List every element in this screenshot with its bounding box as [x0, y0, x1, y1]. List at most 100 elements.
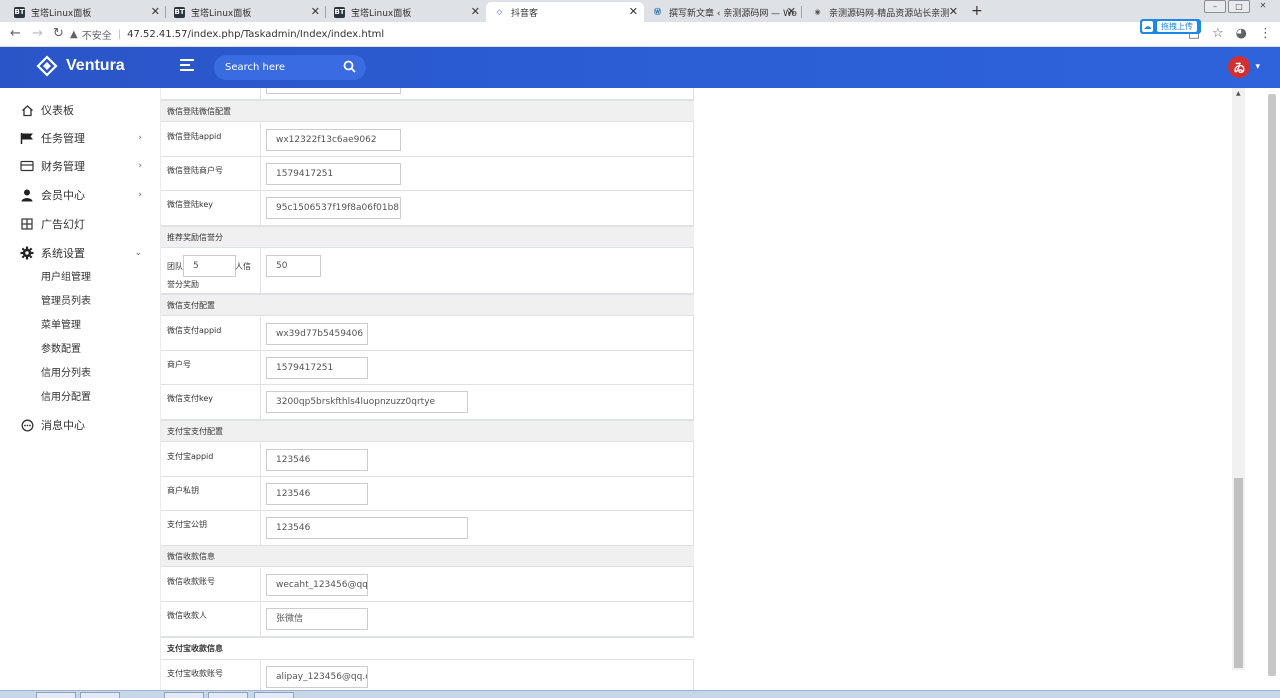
upload-extension[interactable]: ☁ 拖拽上传	[1140, 19, 1201, 34]
wx-login-mchid-input[interactable]: 1579417251	[266, 163, 401, 185]
tab-separator	[801, 6, 802, 18]
row-divider	[260, 511, 261, 545]
sidebar-subitem[interactable]: 信用分配置	[41, 391, 91, 405]
alipay-private-key-input[interactable]: 123546	[266, 483, 368, 505]
profile-icon[interactable]: ◕	[1236, 26, 1247, 41]
field-label: 微信支付appid	[167, 326, 222, 335]
sidebar-item-messages[interactable]: 消息中心	[20, 415, 150, 435]
alipay-appid-input[interactable]: 123546	[266, 449, 368, 471]
form-row: 支付宝appid 123546	[161, 443, 694, 477]
browser-tab[interactable]: Ⓦ 撰写新文章 ‹ 亲测源码网 — Wo ✕	[644, 2, 802, 22]
referral-score-input[interactable]: 50	[266, 255, 321, 277]
chevron-right-icon: ›	[138, 133, 142, 143]
sidebar-item-dashboard[interactable]: 仪表板	[20, 100, 150, 120]
wx-pay-mchid-input[interactable]: 1579417251	[266, 357, 368, 379]
brand[interactable]: Ventura	[36, 55, 125, 77]
field-label: 支付宝appid	[167, 452, 214, 461]
browser-tab[interactable]: BT 宝塔Linux面板 ✕	[326, 2, 486, 22]
window-close-icon[interactable]: ✕	[1252, 0, 1274, 13]
sidebar-subitem[interactable]: 参数配置	[41, 343, 81, 357]
row-divider	[260, 443, 261, 476]
text-input[interactable]: 1b6b5a9f5c6fe06ab1fff7fe	[266, 88, 401, 94]
scroll-up-icon[interactable]: ▲	[1236, 90, 1241, 97]
alipay-account-input[interactable]: alipay_123456@qq.com	[266, 666, 368, 688]
sidebar-subitem[interactable]: 菜单管理	[41, 319, 81, 333]
browser-tab[interactable]: BT 宝塔Linux面板 ✕	[166, 2, 326, 22]
close-icon[interactable]: ✕	[949, 5, 958, 18]
globe-icon: ◉	[814, 8, 821, 16]
wx-login-key-input[interactable]: 95c1506537f19f8a06f01b8	[266, 197, 401, 219]
section-header: 支付宝支付配置	[161, 420, 694, 442]
close-icon[interactable]: ✕	[311, 5, 320, 18]
wx-payee-input[interactable]: 张微信	[266, 608, 368, 630]
sidebar-item-label: 任务管理	[41, 132, 85, 145]
section-header: 支付宝收款信息	[161, 637, 694, 659]
forward-icon[interactable]: →	[32, 26, 43, 41]
content-scrollbar[interactable]: ▲	[1232, 88, 1245, 670]
team-count-input[interactable]: 5	[183, 255, 236, 277]
sidebar-item-label: 财务管理	[41, 160, 85, 173]
sidebar-subitem[interactable]: 用户组管理	[41, 271, 91, 285]
close-icon[interactable]: ✕	[471, 5, 480, 18]
section-header: 微信收款信息	[161, 545, 694, 567]
taskbar-button[interactable]	[164, 692, 204, 698]
menu-toggle-icon[interactable]	[180, 59, 194, 73]
warning-icon: ▲	[70, 28, 78, 40]
back-icon[interactable]: ←	[10, 26, 21, 41]
section-header: 推荐奖励信誉分	[161, 226, 694, 248]
taskbar-button[interactable]	[80, 692, 120, 698]
chevron-right-icon: ›	[138, 161, 142, 171]
url-field[interactable]: ▲ 不安全 | 47.52.41.57/index.php/Taskadmin/…	[70, 25, 1140, 43]
search-input[interactable]	[225, 62, 335, 73]
flag-icon	[20, 131, 34, 145]
field-label: 团队	[167, 262, 183, 271]
sidebar-subitem[interactable]: 管理员列表	[41, 295, 91, 309]
sidebar-item-finance[interactable]: 财务管理 ›	[20, 156, 150, 176]
star-icon[interactable]: ☆	[1212, 26, 1224, 41]
wx-login-appid-input[interactable]: wx12322f13c6ae9062	[266, 129, 401, 151]
home-icon	[20, 103, 34, 117]
sidebar-item-settings[interactable]: 系统设置 ⌄	[20, 243, 150, 263]
browser-tab-strip: BT 宝塔Linux面板 ✕ BT 宝塔Linux面板 ✕ BT 宝塔Linux…	[0, 0, 1280, 22]
alipay-public-key-input[interactable]: 123546	[266, 517, 468, 539]
scrollbar-thumb[interactable]	[1234, 478, 1243, 668]
wx-pay-appid-input[interactable]: wx39d77b5459406	[266, 323, 368, 345]
main-content: 1b6b5a9f5c6fe06ab1fff7fe 微信登陆微信配置 微信登陆ap…	[161, 88, 1232, 698]
close-icon[interactable]: ✕	[629, 5, 638, 18]
user-menu[interactable]: ゐ ▾	[1228, 56, 1260, 78]
maximize-icon[interactable]: □	[1228, 0, 1250, 13]
cloud-icon: ☁	[1142, 21, 1153, 32]
search-icon[interactable]	[343, 60, 356, 73]
sidebar-item-label: 系统设置	[41, 247, 85, 260]
kebab-menu-icon[interactable]: ⋮	[1259, 26, 1272, 41]
browser-tab-active[interactable]: ◇ 抖音客 ✕	[486, 2, 644, 22]
form-row: 支付宝公钥 123546	[161, 511, 694, 546]
field-label: 微信收款人	[167, 611, 207, 620]
field-label: 微信登陆key	[167, 200, 214, 209]
taskbar-button[interactable]	[208, 692, 248, 698]
minimize-icon[interactable]: –	[1204, 0, 1226, 13]
taskbar-button[interactable]	[36, 692, 76, 698]
sidebar-item-ads[interactable]: 广告幻灯	[20, 214, 150, 234]
wx-pay-key-input[interactable]: 3200qp5brskfthls4luopnzuzz0qrtye	[266, 391, 468, 413]
form-row: 商户私钥 123546	[161, 477, 694, 511]
browser-tab[interactable]: ◉ 亲测源码网-精品资源站长亲测 ✕	[804, 2, 964, 22]
row-divider	[260, 191, 261, 225]
wx-account-input[interactable]: wecaht_123456@qq.com	[266, 574, 368, 596]
page-scrollbar[interactable]	[1245, 88, 1280, 698]
sidebar-item-tasks[interactable]: 任务管理 ›	[20, 128, 150, 148]
sidebar-item-label: 会员中心	[41, 189, 85, 202]
close-icon[interactable]: ✕	[787, 5, 796, 18]
page-scrollbar-thumb[interactable]	[1268, 94, 1276, 676]
reload-icon[interactable]: ↻	[53, 26, 64, 41]
close-icon[interactable]: ✕	[151, 5, 160, 18]
browser-tab[interactable]: BT 宝塔Linux面板 ✕	[6, 2, 166, 22]
chevron-down-icon: ▾	[1255, 62, 1260, 72]
sidebar-subitem[interactable]: 信用分列表	[41, 367, 91, 381]
new-tab-button[interactable]: +	[971, 3, 983, 19]
avatar: ゐ	[1228, 56, 1251, 78]
taskbar-button[interactable]	[254, 692, 294, 698]
row-divider	[260, 249, 261, 293]
sidebar-item-members[interactable]: 会员中心 ›	[20, 185, 150, 205]
message-icon	[20, 418, 34, 432]
